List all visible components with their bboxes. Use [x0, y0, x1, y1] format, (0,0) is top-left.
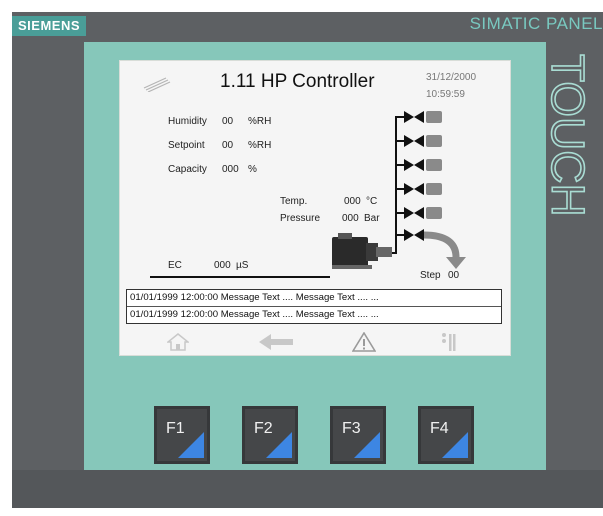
back-arrow-icon — [259, 334, 293, 350]
warning-icon — [352, 332, 376, 352]
siemens-logo: SIEMENS — [12, 16, 87, 36]
f4-key[interactable]: F4 — [418, 406, 474, 464]
f2-key[interactable]: F2 — [242, 406, 298, 464]
message-row[interactable]: 01/01/1999 12:00:00 Message Text .... Me… — [127, 307, 501, 323]
valve-1-icon — [404, 111, 442, 123]
f3-key[interactable]: F3 — [330, 406, 386, 464]
home-icon — [167, 333, 189, 351]
touch-text: TOUCH — [544, 54, 594, 217]
valve-6-icon — [404, 229, 424, 241]
message-row[interactable]: 01/01/1999 12:00:00 Message Text .... Me… — [127, 290, 501, 307]
alarm-message-list[interactable]: 01/01/1999 12:00:00 Message Text .... Me… — [126, 289, 502, 324]
valve-5-icon — [404, 207, 442, 219]
info-icon — [442, 333, 456, 351]
valve-3-icon — [404, 159, 442, 171]
alarm-button[interactable] — [346, 331, 382, 353]
product-name: SIMATIC PANEL — [469, 14, 603, 33]
process-diagram — [150, 111, 466, 278]
screen-nav-bar — [120, 329, 510, 355]
f1-key[interactable]: F1 — [154, 406, 210, 464]
pump-icon — [332, 233, 392, 269]
f2-accent — [266, 432, 292, 458]
hmi-screen: 1.11 HP Controller 31/12/2000 10:59:59 H… — [119, 60, 511, 356]
valve-4-icon — [404, 183, 442, 195]
back-button[interactable] — [258, 331, 294, 353]
bezel-bottom — [12, 470, 603, 508]
f3-accent — [354, 432, 380, 458]
valve-2-icon — [404, 135, 442, 147]
manifold-pipe — [390, 116, 404, 254]
drain-arrow-icon — [423, 231, 460, 259]
home-button[interactable] — [160, 331, 196, 353]
f1-accent — [178, 432, 204, 458]
info-button[interactable] — [430, 331, 466, 353]
f4-accent — [442, 432, 468, 458]
touch-lettering: TOUCH — [541, 44, 595, 244]
